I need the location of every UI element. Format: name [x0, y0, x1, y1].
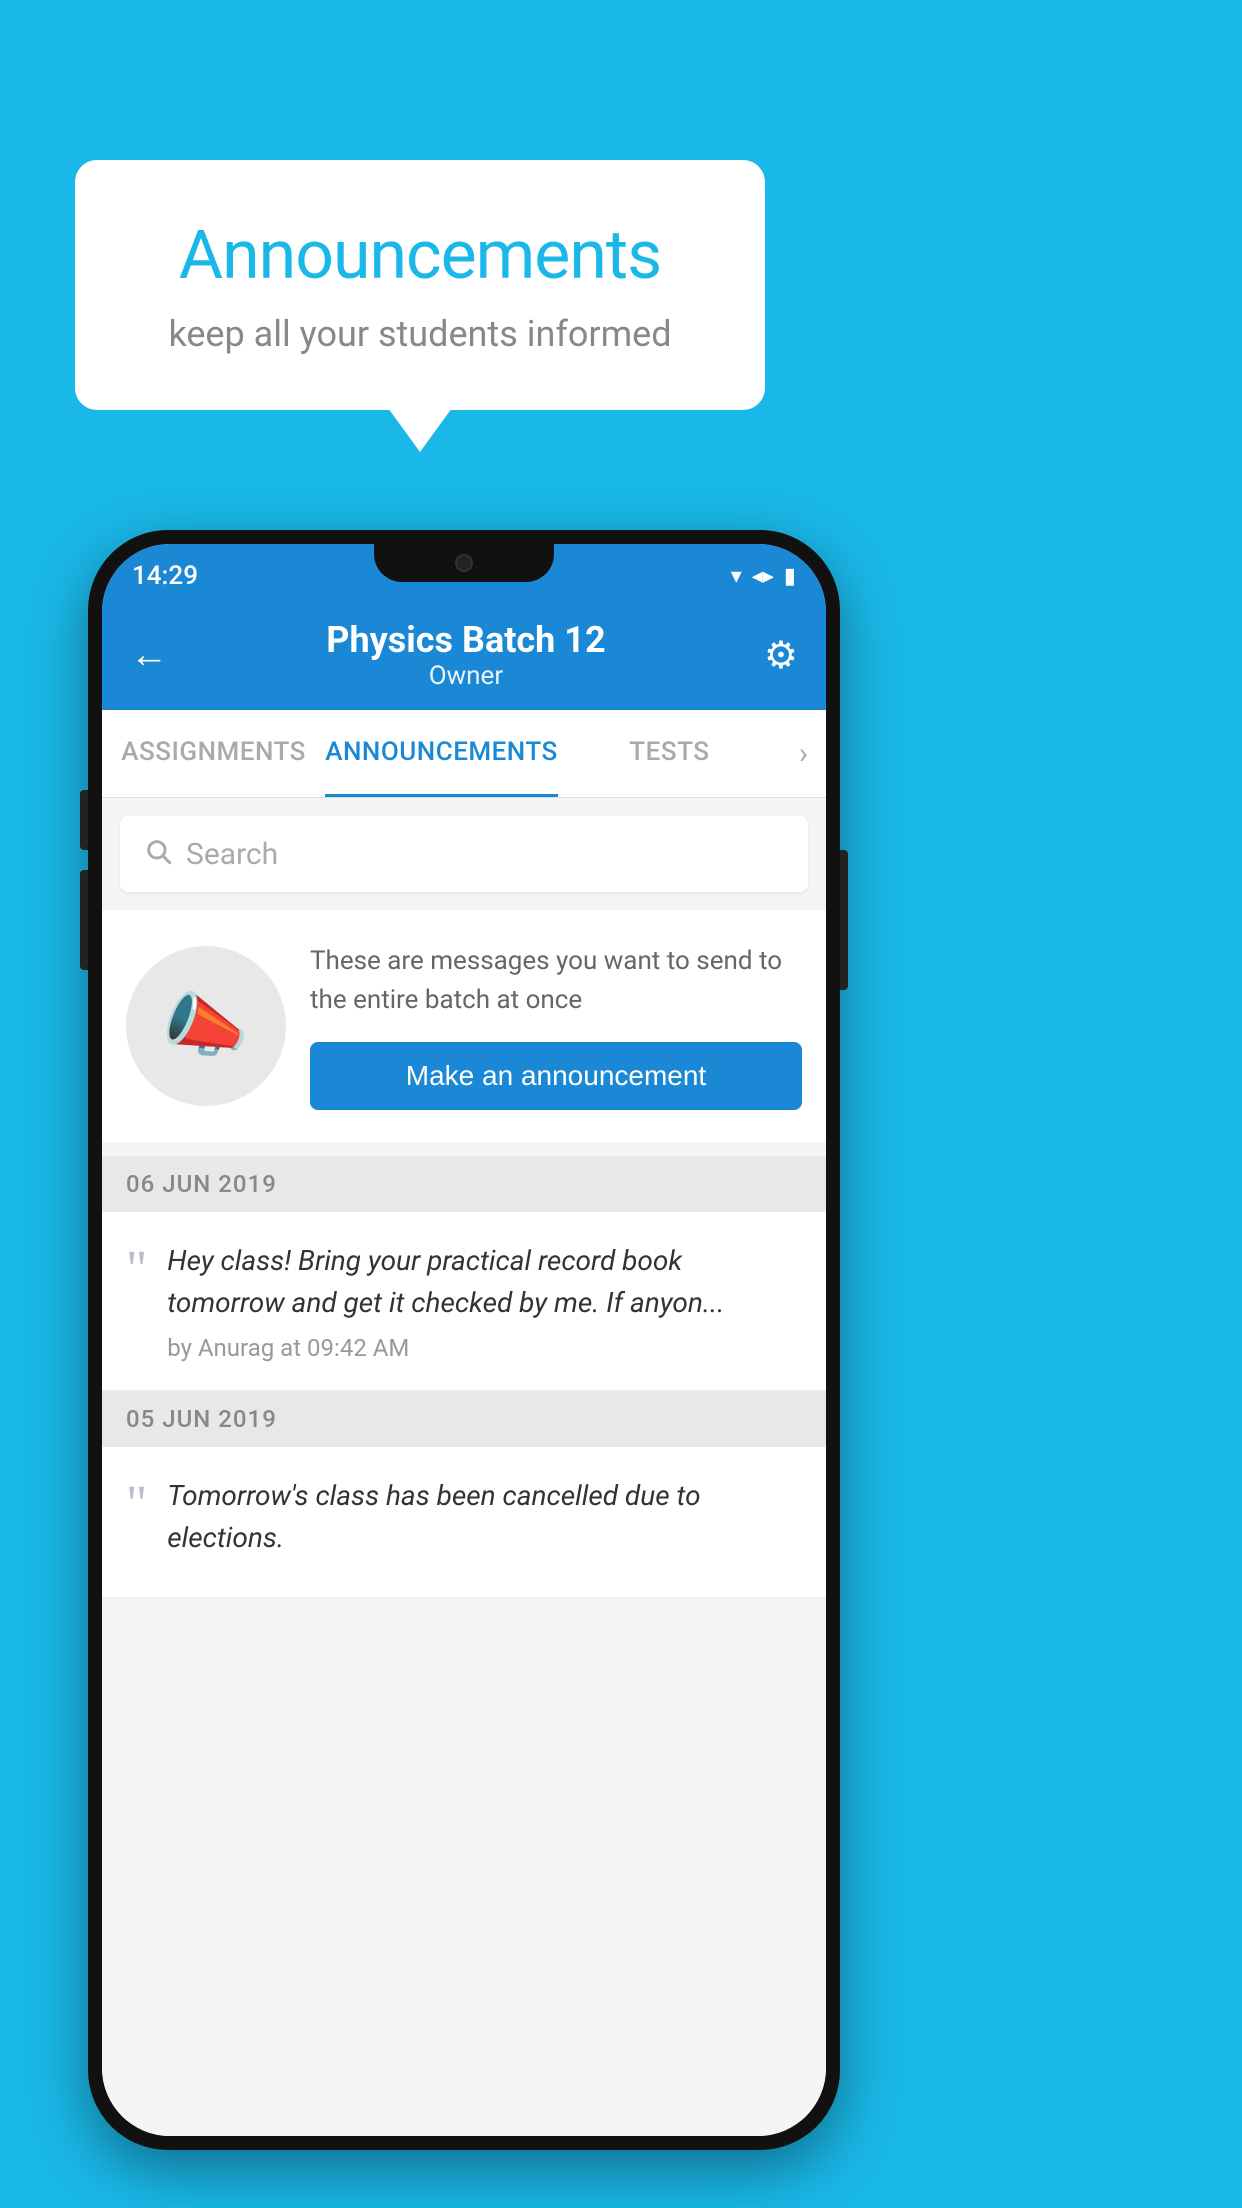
announcement-message-1: Hey class! Bring your practical record b…	[167, 1240, 802, 1324]
bubble-subtitle: keep all your students informed	[135, 313, 705, 355]
announcement-text-area-1: Hey class! Bring your practical record b…	[167, 1240, 802, 1362]
status-icons: ▾ ◂▸ ▮	[731, 564, 796, 589]
tab-announcements[interactable]: ANNOUNCEMENTS	[325, 710, 558, 797]
battery-icon: ▮	[784, 564, 796, 589]
content-area: Search 📣 These are messages you want to …	[102, 798, 826, 2136]
date-separator-1: 06 JUN 2019	[102, 1156, 826, 1212]
volume-down-button	[80, 870, 88, 970]
app-header: ← Physics Batch 12 Owner ⚙	[102, 600, 826, 710]
make-announcement-button[interactable]: Make an announcement	[310, 1042, 802, 1110]
quote-icon-1: "	[126, 1244, 147, 1296]
date-separator-2: 05 JUN 2019	[102, 1391, 826, 1447]
speech-bubble-container: Announcements keep all your students inf…	[75, 160, 765, 410]
announcement-item-1: " Hey class! Bring your practical record…	[102, 1212, 826, 1391]
megaphone-circle: 📣	[126, 946, 286, 1106]
header-center: Physics Batch 12 Owner	[326, 619, 605, 691]
settings-icon[interactable]: ⚙	[764, 633, 798, 678]
camera-dot	[455, 554, 473, 572]
search-icon	[144, 835, 172, 873]
back-button[interactable]: ←	[130, 633, 168, 677]
tabs-more-icon[interactable]: ›	[781, 736, 826, 771]
header-title: Physics Batch 12	[326, 619, 605, 661]
announcement-text-area-2: Tomorrow's class has been cancelled due …	[167, 1475, 802, 1569]
announcement-meta-1: by Anurag at 09:42 AM	[167, 1334, 802, 1362]
wifi-icon: ▾	[731, 564, 742, 589]
search-placeholder: Search	[186, 837, 278, 872]
quote-icon-2: "	[126, 1479, 147, 1531]
announcement-right: These are messages you want to send to t…	[310, 942, 802, 1110]
announcement-item-2: " Tomorrow's class has been cancelled du…	[102, 1447, 826, 1598]
tabs-container: ASSIGNMENTS ANNOUNCEMENTS TESTS ›	[102, 710, 826, 798]
announcement-prompt: 📣 These are messages you want to send to…	[102, 910, 826, 1142]
tab-assignments[interactable]: ASSIGNMENTS	[102, 710, 325, 797]
phone-notch	[374, 544, 554, 582]
status-time: 14:29	[132, 561, 198, 591]
announcement-description: These are messages you want to send to t…	[310, 942, 802, 1020]
phone-outer: 14:29 ▾ ◂▸ ▮ ← Physics Batch 12 Owner ⚙	[88, 530, 840, 2150]
phone-screen: 14:29 ▾ ◂▸ ▮ ← Physics Batch 12 Owner ⚙	[102, 544, 826, 2136]
megaphone-icon: 📣	[162, 985, 249, 1067]
speech-bubble: Announcements keep all your students inf…	[75, 160, 765, 410]
tab-tests[interactable]: TESTS	[558, 710, 781, 797]
search-bar[interactable]: Search	[120, 816, 808, 892]
bubble-title: Announcements	[135, 215, 705, 295]
volume-up-button	[80, 790, 88, 850]
announcement-message-2: Tomorrow's class has been cancelled due …	[167, 1475, 802, 1559]
power-button	[840, 850, 848, 990]
signal-icon: ◂▸	[752, 564, 774, 589]
header-subtitle: Owner	[326, 661, 605, 691]
phone-container: 14:29 ▾ ◂▸ ▮ ← Physics Batch 12 Owner ⚙	[88, 530, 840, 2150]
